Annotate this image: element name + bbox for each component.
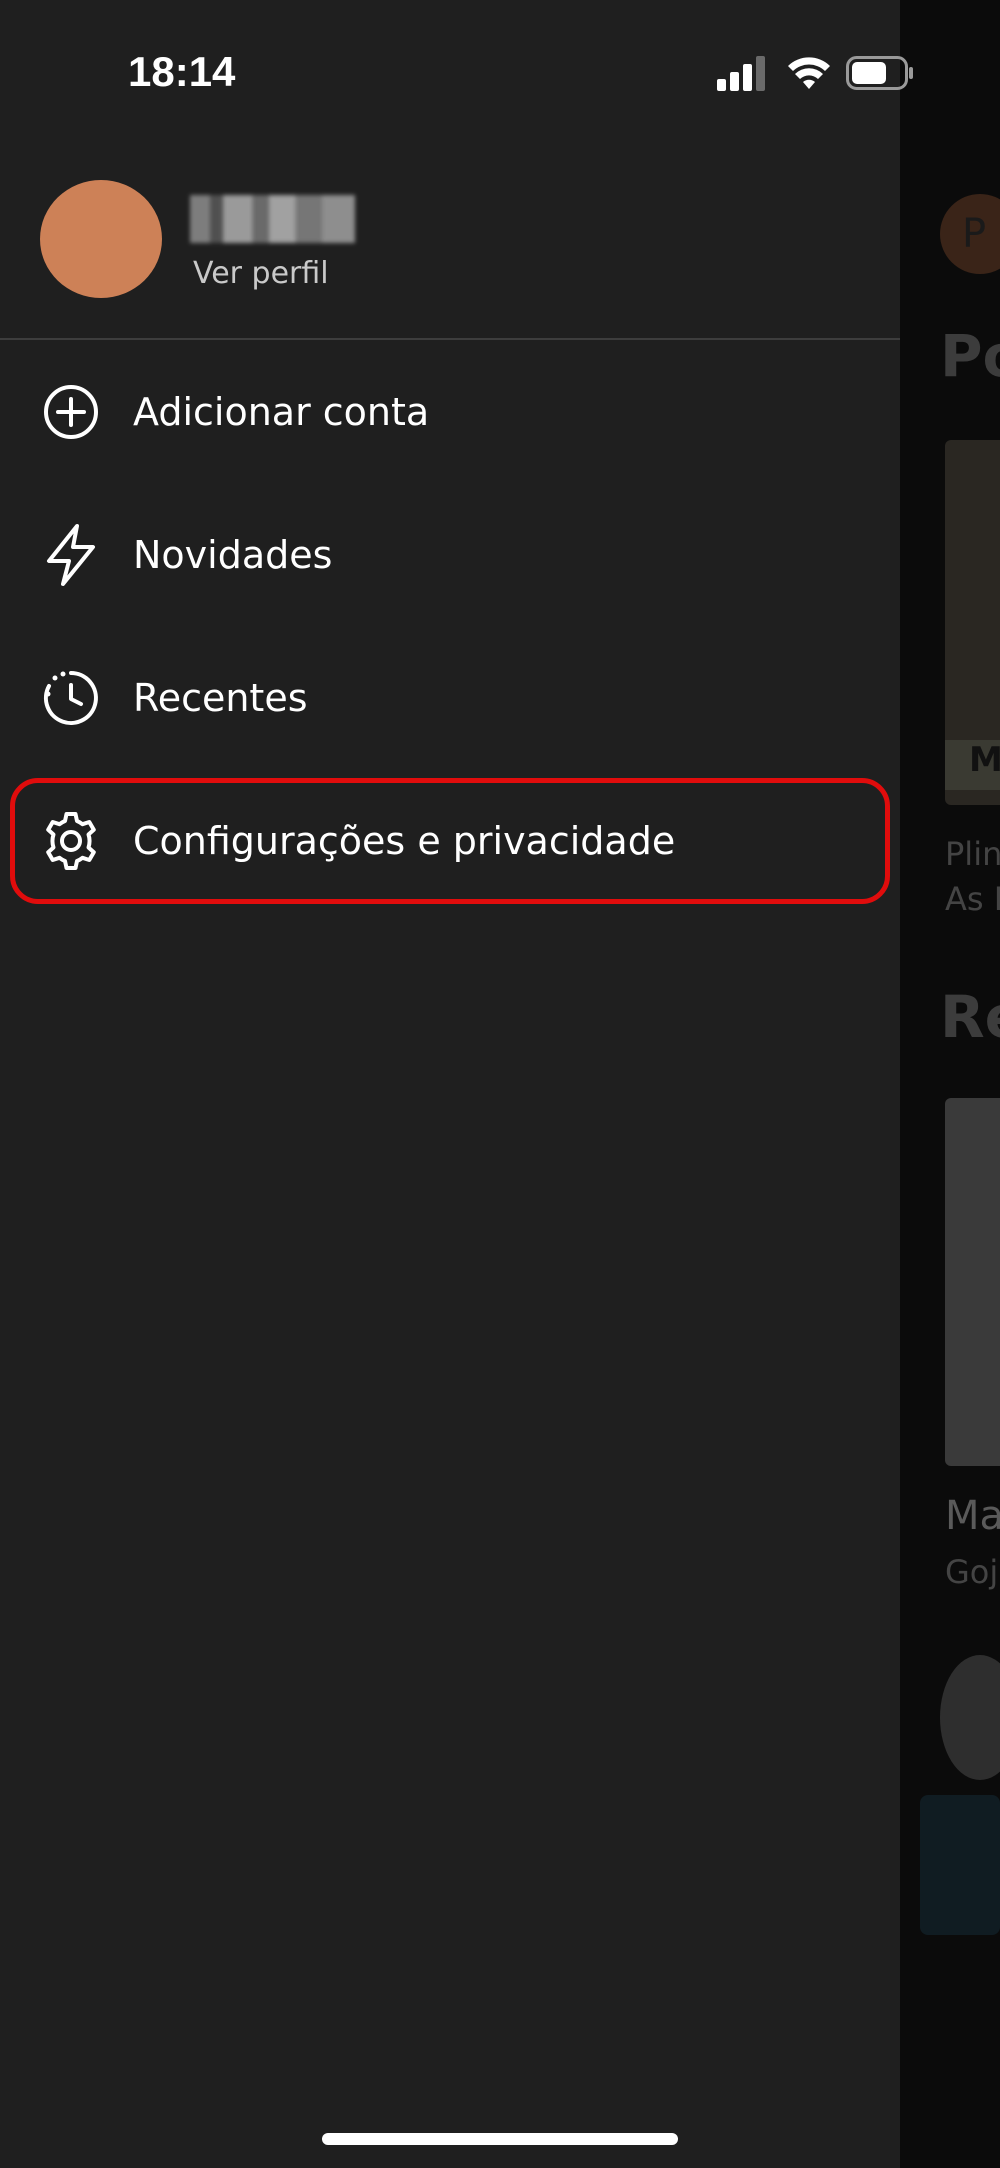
background-heading: Re bbox=[940, 983, 1000, 1051]
background-artist-image bbox=[940, 1655, 1000, 1780]
background-badge: M bbox=[945, 740, 1000, 790]
profile-header[interactable]: Ver perfil bbox=[0, 160, 900, 340]
background-caption: Plin bbox=[945, 835, 1000, 873]
cellular-signal-icon bbox=[717, 56, 765, 91]
status-time: 18:14 bbox=[128, 48, 236, 95]
background-avatar: P bbox=[940, 194, 1000, 274]
recent-clock-icon bbox=[40, 667, 102, 729]
background-heading: Po bbox=[940, 322, 1000, 390]
profile-avatar[interactable] bbox=[40, 180, 162, 298]
menu-item-add-account[interactable]: Adicionar conta bbox=[0, 352, 900, 472]
menu-item-label: Recentes bbox=[133, 676, 308, 720]
background-card-image: M bbox=[945, 440, 1000, 805]
lightning-icon bbox=[40, 524, 102, 586]
battery-icon bbox=[846, 56, 913, 90]
profile-name-redacted bbox=[190, 195, 355, 243]
menu-item-label: Adicionar conta bbox=[133, 390, 430, 434]
home-indicator[interactable] bbox=[322, 2133, 678, 2145]
highlight-annotation bbox=[10, 778, 890, 904]
menu-item-recents[interactable]: Recentes bbox=[0, 638, 900, 758]
menu-item-whats-new[interactable]: Novidades bbox=[0, 495, 900, 615]
view-profile-link[interactable]: Ver perfil bbox=[193, 256, 329, 291]
plus-circle-icon bbox=[40, 381, 102, 443]
wifi-icon bbox=[788, 57, 830, 89]
background-card-image bbox=[945, 1098, 1000, 1466]
background-home-screen[interactable]: P Po M Plin As L Re Ma Goj bbox=[900, 0, 1000, 2168]
background-title: Ma bbox=[945, 1493, 1000, 1539]
background-now-playing bbox=[920, 1795, 1000, 1935]
background-caption: As L bbox=[945, 880, 1000, 918]
menu-item-label: Novidades bbox=[133, 533, 333, 577]
side-drawer: 18:14 Ver perfil Adicionar conta Novidad… bbox=[0, 0, 913, 2168]
background-caption: Goj bbox=[945, 1553, 999, 1591]
status-bar: 18:14 bbox=[0, 0, 913, 140]
